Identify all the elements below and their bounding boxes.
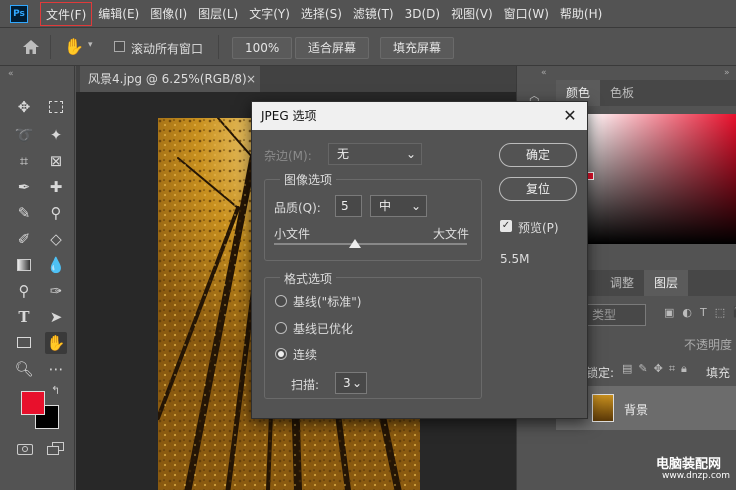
dialog-title: JPEG 选项 [261, 109, 317, 123]
menu-edit[interactable]: 编辑(E) [93, 2, 144, 26]
photoshop-logo: Ps [10, 4, 28, 23]
document-tab[interactable]: 风景4.jpg @ 6.25%(RGB/8) × [80, 66, 260, 92]
screen-mode-icon[interactable] [47, 442, 65, 456]
close-icon[interactable]: ✕ [559, 105, 581, 127]
format-options-title: 格式选项 [280, 270, 337, 287]
home-icon[interactable] [22, 39, 40, 55]
path-selection-tool-icon[interactable]: ➤ [45, 306, 67, 328]
preview-checkbox[interactable]: ✓ [500, 220, 512, 232]
options-bar: ✋ ▾ 滚动所有窗口 100% 适合屏幕 填充屏幕 [0, 28, 736, 66]
tab-adjustments[interactable]: 调整 [600, 270, 644, 296]
watermark-url: www.dnzp.com [662, 471, 731, 481]
brush-tool-icon[interactable]: ✎ [13, 202, 35, 224]
menu-view[interactable]: 视图(V) [446, 2, 498, 26]
menu-type[interactable]: 文字(Y) [244, 2, 295, 26]
document-tab-title: 风景4.jpg @ 6.25%(RGB/8) [88, 72, 247, 86]
scroll-all-windows-checkbox[interactable] [114, 41, 125, 52]
menu-select[interactable]: 选择(S) [296, 2, 347, 26]
rectangle-tool-icon[interactable] [13, 332, 35, 354]
quick-mask-icon[interactable] [17, 444, 33, 455]
menu-filter[interactable]: 滤镜(T) [348, 2, 399, 26]
layer-name: 背景 [624, 403, 649, 417]
file-size: 5.5M [500, 252, 530, 266]
radio-progressive[interactable] [275, 348, 287, 360]
close-icon[interactable]: × [246, 66, 256, 92]
lasso-tool-icon[interactable]: ➰ [13, 124, 35, 146]
radio-progressive-label: 连续 [293, 348, 318, 362]
type-tool-icon[interactable]: T [13, 306, 35, 328]
eraser-tool-icon[interactable]: ◇ [45, 228, 67, 250]
dodge-tool-icon[interactable]: ⚲ [13, 280, 35, 302]
matte-select: 无 ⌄ [328, 143, 422, 165]
quality-level-select[interactable]: 中 ⌄ [370, 195, 427, 217]
lock-label: 锁定: [586, 366, 615, 380]
menu-bar: Ps 文件(F) 编辑(E) 图像(I) 图层(L) 文字(Y) 选择(S) 滤… [0, 0, 736, 28]
history-brush-tool-icon[interactable]: ✐ [13, 228, 35, 250]
menu-file[interactable]: 文件(F) [40, 1, 93, 26]
dialog-title-bar: JPEG 选项 ✕ [252, 102, 587, 130]
color-picker-field[interactable] [586, 114, 736, 244]
zoom-tool-icon[interactable]: 🔍︎ [13, 358, 35, 380]
scans-select[interactable]: 3 ⌄ [335, 372, 367, 394]
crop-tool-icon[interactable]: ⌗ [13, 150, 35, 172]
ok-button[interactable]: 确定 [499, 143, 577, 167]
radio-baseline-optimized[interactable] [275, 322, 287, 334]
large-file-label: 大文件 [433, 227, 470, 241]
quality-slider-track[interactable] [274, 243, 467, 245]
swap-colors-icon[interactable]: ↰ [51, 384, 60, 397]
scroll-all-windows-label: 滚动所有窗口 [131, 42, 204, 56]
radio-baseline-standard-label: 基线("标准") [293, 295, 362, 309]
scans-label: 扫描: [291, 378, 320, 392]
radio-baseline-optimized-label: 基线已优化 [293, 322, 354, 336]
layer-filter-icons[interactable]: ▣◐T⬚⬛ [664, 306, 736, 319]
image-options-title: 图像选项 [280, 171, 337, 188]
tab-swatches[interactable]: 色板 [600, 80, 644, 106]
gradient-tool-icon[interactable] [13, 254, 35, 276]
foreground-color-swatch[interactable] [21, 391, 45, 415]
jpeg-options-dialog: JPEG 选项 ✕ 杂边(M): 无 ⌄ 确定 复位 ✓ 预览(P) 5.5M … [251, 101, 588, 419]
fill-label: 填充 [706, 366, 731, 380]
image-options-group [264, 179, 482, 261]
layer-kind-filter[interactable]: 类型 [586, 304, 646, 326]
hand-tool-icon[interactable]: ✋ [45, 332, 67, 354]
zoom-100-button[interactable]: 100% [232, 37, 293, 59]
marquee-tool-icon[interactable] [45, 96, 67, 118]
preview-label: 预览(P) [518, 221, 559, 235]
eyedropper-tool-icon[interactable]: ✒ [13, 176, 35, 198]
reset-button[interactable]: 复位 [499, 177, 577, 201]
watermark-title: 电脑装配网 [656, 457, 722, 472]
healing-brush-tool-icon[interactable]: ✚ [45, 176, 67, 198]
quality-input[interactable]: 5 [335, 195, 362, 217]
magic-wand-tool-icon[interactable]: ✦ [45, 124, 67, 146]
frame-tool-icon[interactable]: ⊠ [45, 150, 67, 172]
matte-label: 杂边(M): [264, 149, 312, 163]
move-tool-icon[interactable]: ✥ [13, 96, 35, 118]
collapse-icon[interactable]: » [724, 68, 730, 78]
opacity-label: 不透明度 [684, 338, 733, 352]
tools-panel: « ✥ ➰ ✦ ⌗ ⊠ ✒ ✚ ✎ ⚲ ✐ ◇ 💧 ⚲ ✑ T ➤ ✋ 🔍︎ ⋯… [0, 66, 75, 490]
pen-tool-icon[interactable]: ✑ [45, 280, 67, 302]
stamp-tool-icon[interactable]: ⚲ [45, 202, 67, 224]
more-tools-icon[interactable]: ⋯ [45, 358, 67, 380]
quality-slider-thumb[interactable] [349, 239, 362, 248]
lock-icons[interactable]: ▤✎✥⌗🔒︎ [622, 362, 693, 376]
collapse-icon[interactable]: « [541, 68, 547, 78]
menu-layer[interactable]: 图层(L) [193, 2, 243, 26]
menu-window[interactable]: 窗口(W) [499, 2, 554, 26]
quality-label: 品质(Q): [274, 201, 321, 215]
fill-screen-button[interactable]: 填充屏幕 [380, 37, 455, 59]
menu-3d[interactable]: 3D(D) [400, 2, 445, 26]
blur-tool-icon[interactable]: 💧 [45, 254, 67, 276]
collapse-icon[interactable]: « [8, 69, 14, 79]
fit-screen-button[interactable]: 适合屏幕 [295, 37, 370, 59]
layer-thumbnail [592, 394, 614, 422]
radio-baseline-standard[interactable] [275, 295, 287, 307]
chevron-down-icon[interactable]: ▾ [88, 40, 93, 50]
hand-tool-preset-icon[interactable]: ✋ [64, 37, 86, 57]
small-file-label: 小文件 [274, 227, 311, 241]
menu-help[interactable]: 帮助(H) [555, 2, 607, 26]
tab-layers[interactable]: 图层 [644, 270, 689, 296]
menu-image[interactable]: 图像(I) [145, 2, 192, 26]
